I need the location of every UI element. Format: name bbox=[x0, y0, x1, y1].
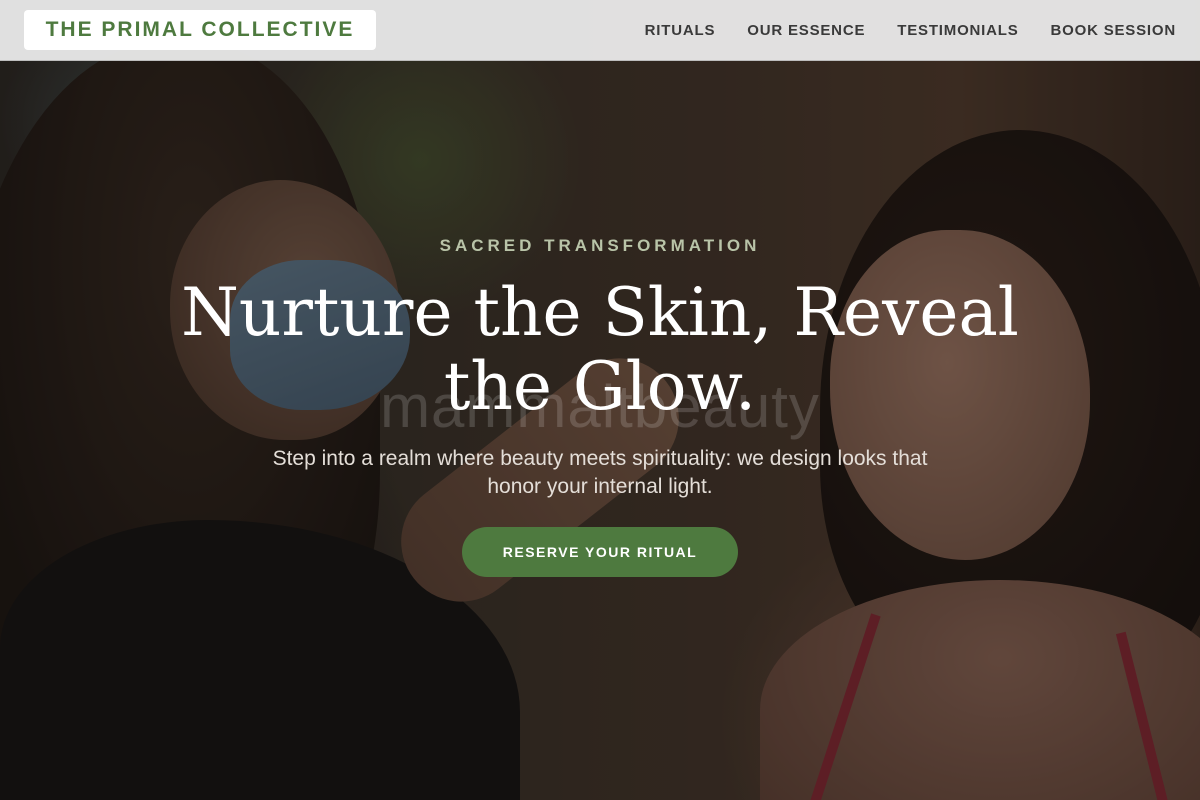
top-navigation-bar: THE PRIMAL COLLECTIVE RITUALS OUR ESSENC… bbox=[0, 0, 1200, 61]
nav-link-book-session[interactable]: BOOK SESSION bbox=[1051, 22, 1176, 39]
brand-logo[interactable]: THE PRIMAL COLLECTIVE bbox=[24, 10, 376, 50]
nav-links: RITUALS OUR ESSENCE TESTIMONIALS BOOK SE… bbox=[645, 0, 1176, 61]
nav-link-rituals[interactable]: RITUALS bbox=[645, 22, 716, 39]
reserve-ritual-button[interactable]: RESERVE YOUR RITUAL bbox=[462, 527, 738, 577]
hero-subtext: Step into a realm where beauty meets spi… bbox=[272, 447, 928, 498]
hero-headline: Nurture the Skin, Reveal the Glow. bbox=[181, 274, 1019, 425]
nav-link-our-essence[interactable]: OUR ESSENCE bbox=[747, 22, 865, 39]
hero-content: mammaltbeauty SACRED TRANSFORMATION Nurt… bbox=[0, 0, 1200, 800]
hero-eyebrow: SACRED TRANSFORMATION bbox=[439, 236, 761, 255]
nav-link-testimonials[interactable]: TESTIMONIALS bbox=[897, 22, 1018, 39]
